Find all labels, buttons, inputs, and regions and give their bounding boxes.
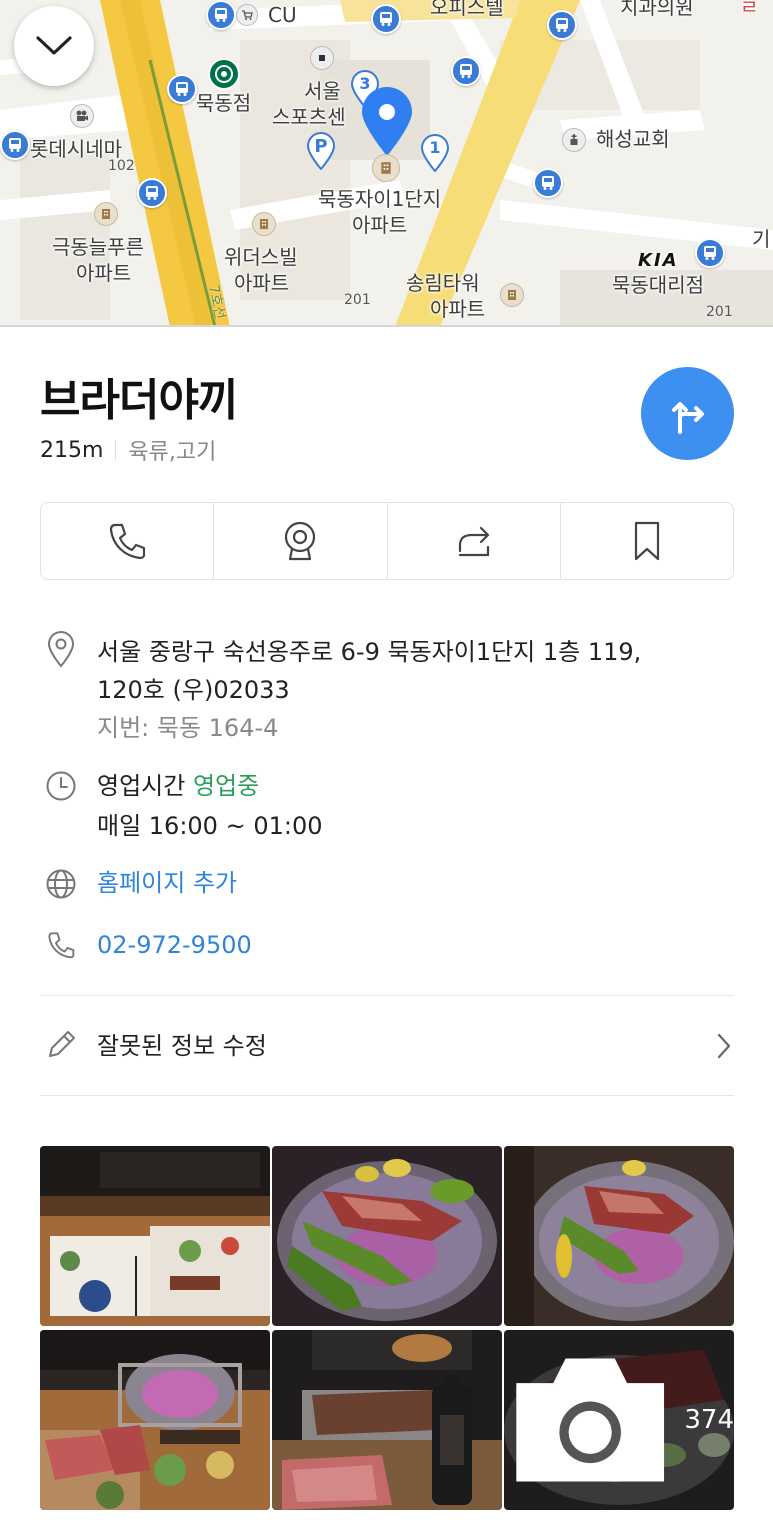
hours-detail: 매일 16:00 ~ 01:00 (97, 812, 323, 840)
apartment-icon[interactable] (372, 154, 400, 182)
map-road-number-102: 102 (108, 158, 135, 174)
subline-divider (115, 440, 117, 460)
cluster-marker[interactable]: 1 (420, 134, 450, 173)
map-label-songrim-1: 송림타워 (406, 271, 480, 295)
parking-marker[interactable]: P (306, 132, 336, 171)
edit-info-row[interactable]: 잘못된 정보 수정 (40, 1002, 734, 1090)
photo-thumbnail[interactable] (272, 1146, 502, 1326)
photo-thumbnail[interactable] (272, 1330, 502, 1510)
place-distance: 215m (40, 437, 104, 463)
photo-grid: 374 (40, 1146, 734, 1512)
photo-image (40, 1146, 270, 1326)
apartment-icon[interactable] (500, 283, 524, 307)
clock-icon (44, 769, 78, 803)
selected-location-marker[interactable] (358, 86, 416, 158)
map-label-cu: CU (268, 3, 297, 27)
call-button[interactable] (41, 503, 215, 579)
photo-image (40, 1330, 270, 1510)
map-label-wonders-1: 위더스빌 (224, 245, 298, 269)
map-label-kia-dealer: 묵동대리점 (612, 273, 704, 297)
map-label-edge: ㄹ (740, 0, 759, 19)
place-name: 브라더야끼 (40, 375, 238, 426)
place-subline: 215m 육류,고기 (40, 434, 216, 466)
photo-thumbnail[interactable] (40, 1146, 270, 1326)
bus-stop-icon[interactable] (547, 10, 577, 40)
address-line-2[interactable]: 120호 (우)02033 (97, 671, 290, 709)
map-label-seoul-sports-2: 스포츠센 (272, 105, 346, 129)
photo-image (272, 1330, 502, 1510)
bookmark-icon (634, 521, 659, 561)
directions-icon (671, 401, 704, 434)
map-label-seoul-sports-1: 서울 (304, 79, 341, 103)
add-homepage-link[interactable]: 홈페이지 추가 (97, 864, 237, 902)
share-icon (458, 526, 489, 557)
map-label-edge-char: 기 (752, 227, 771, 251)
cafe-logo-icon[interactable] (208, 58, 240, 90)
bus-stop-icon[interactable] (0, 130, 30, 160)
hours-label: 영업시간 (97, 772, 186, 800)
phone-icon (44, 928, 78, 962)
map-label-geukdong-2: 아파트 (76, 261, 132, 285)
map-label-geukdong-1: 극동늘푸른 (52, 235, 144, 259)
cluster-count: 1 (429, 138, 441, 157)
hours-row[interactable]: 영업시간 영업중 (97, 767, 259, 805)
lot-address: 지번: 묵동 164-4 (97, 714, 279, 742)
action-bar (40, 502, 734, 580)
hours-status: 영업중 (192, 772, 260, 800)
globe-icon (44, 867, 78, 901)
edit-info-label: 잘못된 정보 수정 (97, 1032, 267, 1060)
photo-image (272, 1146, 502, 1326)
map-view[interactable]: 오피스텔 치과의원 ㄹ CU 묵동점 서울 스포츠센 롯데시네마 102 해성교… (0, 0, 773, 327)
phone-number-link[interactable]: 02-972-9500 (97, 926, 252, 964)
map-label-clinic: 치과의원 (620, 0, 694, 19)
camera-icon (516, 1358, 665, 1482)
map-label-xi-apt-2: 아파트 (352, 213, 408, 237)
photo-count: 374 (684, 1405, 734, 1435)
map-label-xi-apt-1: 묵동자이1단지 (318, 187, 442, 211)
photo-thumbnail[interactable] (40, 1330, 270, 1510)
bookmark-button[interactable] (561, 503, 733, 579)
map-road-number-201-a: 201 (344, 292, 371, 308)
photo-thumbnail[interactable] (504, 1146, 734, 1326)
address-line-1[interactable]: 서울 중랑구 숙선옹주로 6-9 묵동자이1단지 1층 119, (97, 633, 641, 671)
apartment-icon[interactable] (94, 202, 118, 226)
collapse-map-button[interactable] (14, 6, 94, 86)
map-label-officetel: 오피스텔 (430, 0, 504, 19)
chevron-down-icon (36, 36, 72, 55)
bus-stop-icon[interactable] (695, 238, 725, 268)
cinema-icon[interactable] (70, 104, 94, 128)
map-label-songrim-2: 아파트 (430, 297, 486, 321)
building-icon[interactable] (310, 46, 334, 70)
pencil-icon (44, 1028, 78, 1062)
phone-icon (110, 523, 146, 560)
section-divider (40, 995, 734, 996)
bus-stop-icon[interactable] (167, 74, 197, 104)
bus-stop-icon[interactable] (533, 168, 563, 198)
photo-image (504, 1146, 734, 1326)
chevron-right-icon (714, 1033, 734, 1059)
place-category: 육류,고기 (128, 440, 217, 465)
directions-button[interactable] (641, 367, 734, 460)
cctv-button[interactable] (214, 503, 388, 579)
map-road-number-201-b: 201 (706, 304, 733, 320)
photo-count-overlay: 374 (504, 1330, 734, 1510)
map-label-haesung-church: 해성교회 (596, 127, 670, 151)
bus-stop-icon[interactable] (451, 56, 481, 86)
map-label-mukdong-store: 묵동점 (196, 91, 252, 115)
kia-logo: KIA (638, 250, 679, 271)
parking-label: P (314, 136, 328, 157)
cctv-icon (285, 521, 316, 561)
share-button[interactable] (388, 503, 561, 579)
more-photos-thumbnail[interactable]: 374 (504, 1330, 734, 1510)
bus-stop-icon[interactable] (371, 4, 401, 34)
location-pin-icon (44, 631, 78, 668)
bus-stop-icon[interactable] (206, 0, 236, 30)
section-divider (40, 1095, 734, 1096)
church-icon[interactable] (562, 128, 586, 152)
convenience-store-icon[interactable] (236, 4, 258, 26)
bus-stop-icon[interactable] (137, 178, 167, 208)
apartment-icon[interactable] (252, 212, 276, 236)
map-label-wonders-2: 아파트 (234, 271, 290, 295)
